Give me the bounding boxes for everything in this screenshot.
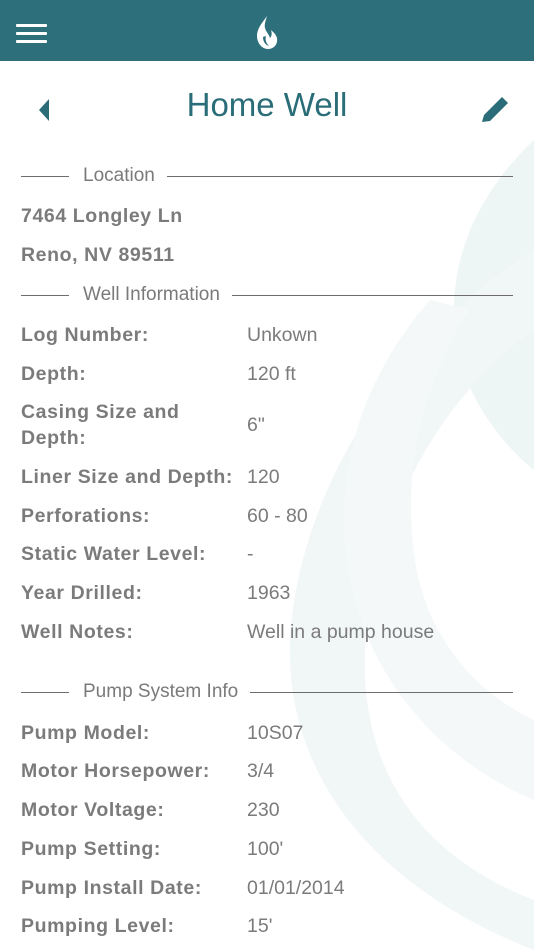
field-label: Pump Model: [21,722,151,744]
field-label: Motor Voltage: [21,799,165,821]
field-value: 6" [247,414,265,436]
address-line-1: 7464 Longley Ln [21,205,183,227]
section-label: Well Information [83,284,220,305]
well-information-section-header: Well Information [21,283,513,307]
field-label: Pump Install Date: [21,877,202,899]
divider [21,294,69,296]
field-value: 100' [247,838,284,860]
location-section-header: Location [21,164,513,188]
field-value: Unkown [247,324,318,346]
field-label: Casing Size and Depth: [21,401,180,449]
divider [21,175,69,177]
field-label: Motor Horsepower: [21,760,210,782]
divider [166,175,513,177]
field-label: Perforations: [21,505,151,527]
field-label: Static Water Level: [21,543,207,565]
field-value: 01/01/2014 [247,877,345,899]
field-label: Pump Setting: [21,838,161,860]
field-value: 120 ft [247,363,296,385]
section-label: Location [83,165,155,186]
section-label: Pump System Info [83,681,239,702]
field-value: 15' [247,915,273,937]
field-value: 1963 [247,582,291,604]
top-app-bar [0,0,534,61]
field-value: Well in a pump house [247,621,435,643]
field-value: 60 - 80 [247,505,308,527]
field-label: Year Drilled: [21,582,143,604]
hamburger-menu-icon[interactable] [16,24,47,44]
field-value: 10S07 [247,722,304,744]
address-line-2: Reno, NV 89511 [21,244,175,266]
field-label: Liner Size and Depth: [21,466,233,488]
field-label: Depth: [21,363,87,385]
field-value: - [247,543,254,565]
pump-system-section-header: Pump System Info [21,680,513,704]
field-value: 120 [247,466,280,488]
field-value: 230 [247,799,280,821]
water-drop-logo-icon [257,16,278,49]
field-label: Pumping Level: [21,915,175,937]
divider [231,294,513,296]
field-label: Log Number: [21,324,149,346]
page-title: Home Well [186,86,348,123]
field-label: Well Notes: [21,621,134,643]
divider [250,691,513,693]
pencil-edit-icon[interactable] [478,94,512,126]
field-value: 3/4 [247,760,275,782]
divider [21,691,69,693]
